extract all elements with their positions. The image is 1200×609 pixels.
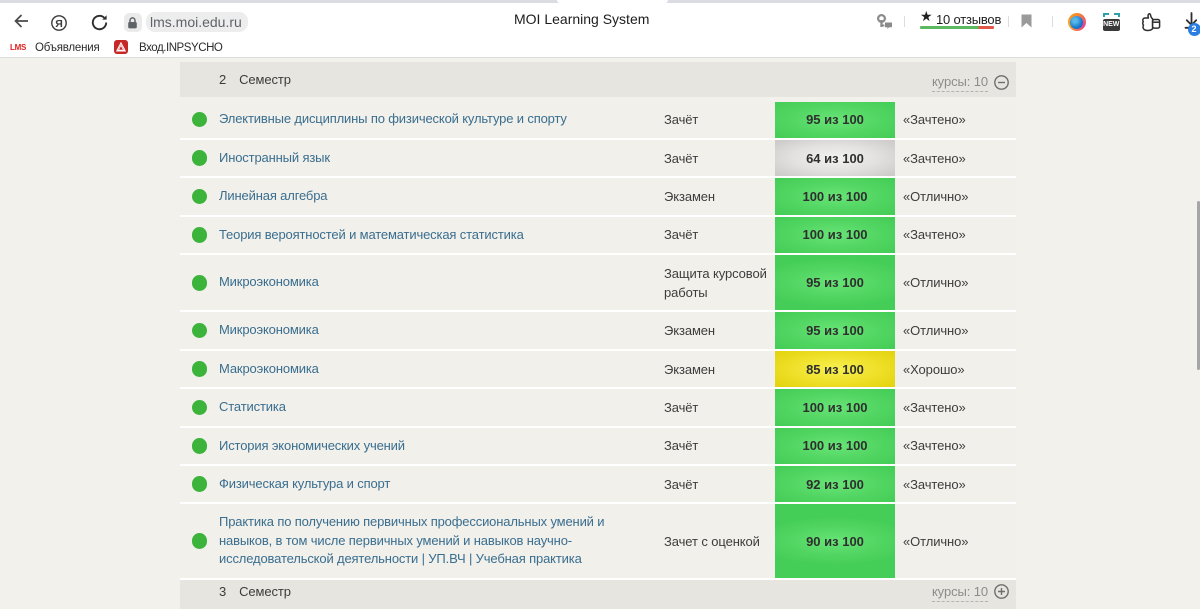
svg-text:Я: Я xyxy=(55,17,63,29)
